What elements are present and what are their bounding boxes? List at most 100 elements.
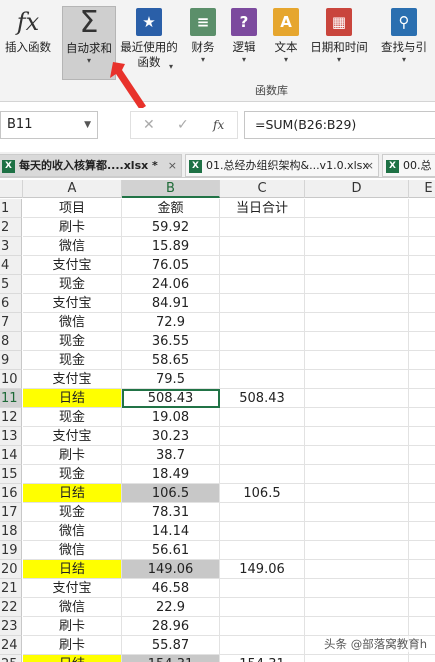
- cell-a[interactable]: 现金: [23, 408, 122, 427]
- cell-c[interactable]: [220, 370, 305, 389]
- select-all-corner[interactable]: [0, 180, 23, 198]
- cell-b[interactable]: 30.23: [122, 427, 220, 446]
- close-icon[interactable]: ×: [365, 155, 374, 176]
- row-header[interactable]: 14: [0, 446, 22, 465]
- insert-function-button[interactable]: fx 插入函数: [2, 6, 54, 80]
- cell-d[interactable]: [305, 427, 409, 446]
- financial-button[interactable]: ≡ 财务 ▾: [185, 6, 221, 80]
- cell-a[interactable]: 支付宝: [23, 370, 122, 389]
- cell-e[interactable]: [409, 655, 435, 662]
- cell-d[interactable]: [305, 522, 409, 541]
- cell-e[interactable]: [409, 237, 435, 256]
- cell-d[interactable]: [305, 465, 409, 484]
- cell-b[interactable]: 56.61: [122, 541, 220, 560]
- cell-c[interactable]: 508.43: [220, 389, 305, 408]
- cell-d[interactable]: [305, 389, 409, 408]
- cell-a[interactable]: 微信: [23, 598, 122, 617]
- dropdown-arrow-icon[interactable]: ▾: [63, 56, 115, 66]
- cell-d[interactable]: [305, 237, 409, 256]
- cell-e[interactable]: [409, 560, 435, 579]
- cell-e[interactable]: [409, 408, 435, 427]
- cell-d[interactable]: [305, 503, 409, 522]
- cell-b[interactable]: 36.55: [122, 332, 220, 351]
- cell-e[interactable]: [409, 617, 435, 636]
- cell-a[interactable]: 刷卡: [23, 636, 122, 655]
- cell-c[interactable]: [220, 408, 305, 427]
- row-header[interactable]: 11: [0, 389, 22, 408]
- cell-c[interactable]: [220, 598, 305, 617]
- dropdown-arrow-icon[interactable]: ▾: [227, 55, 261, 65]
- cell-d[interactable]: [305, 370, 409, 389]
- cell-c[interactable]: [220, 446, 305, 465]
- cell-b[interactable]: 38.7: [122, 446, 220, 465]
- cell-b[interactable]: 58.65: [122, 351, 220, 370]
- cell-b[interactable]: 78.31: [122, 503, 220, 522]
- column-header-b[interactable]: B: [122, 180, 220, 198]
- dropdown-arrow-icon[interactable]: ▾: [185, 55, 221, 65]
- cell-a[interactable]: 日结: [23, 655, 122, 662]
- cell-d[interactable]: [305, 218, 409, 237]
- enter-icon[interactable]: ✓: [177, 117, 189, 133]
- cell-c[interactable]: [220, 579, 305, 598]
- cell-a[interactable]: 支付宝: [23, 294, 122, 313]
- cell-d[interactable]: [305, 313, 409, 332]
- cell-e[interactable]: [409, 275, 435, 294]
- logical-button[interactable]: ? 逻辑 ▾: [227, 6, 261, 80]
- close-icon[interactable]: ×: [168, 155, 177, 176]
- cell-b[interactable]: 14.14: [122, 522, 220, 541]
- dropdown-arrow-icon[interactable]: ▾: [169, 62, 173, 72]
- cell-a[interactable]: 微信: [23, 237, 122, 256]
- row-header[interactable]: 23: [0, 617, 22, 636]
- cell-c[interactable]: [220, 332, 305, 351]
- cell-a[interactable]: 现金: [23, 503, 122, 522]
- cell-d[interactable]: [305, 446, 409, 465]
- cell-a[interactable]: 现金: [23, 351, 122, 370]
- name-box[interactable]: B11 ▼: [0, 111, 98, 139]
- row-header[interactable]: 19: [0, 541, 22, 560]
- cell-b[interactable]: 15.89: [122, 237, 220, 256]
- row-header[interactable]: 22: [0, 598, 22, 617]
- cell-c[interactable]: 106.5: [220, 484, 305, 503]
- cell-b[interactable]: 154.31: [122, 655, 220, 662]
- cell-d[interactable]: [305, 655, 409, 662]
- cell-b[interactable]: 72.9: [122, 313, 220, 332]
- cell-c[interactable]: [220, 465, 305, 484]
- dropdown-arrow-icon[interactable]: ▾: [306, 55, 372, 65]
- row-header[interactable]: 12: [0, 408, 22, 427]
- cell-e[interactable]: [409, 579, 435, 598]
- date-time-button[interactable]: ▦ 日期和时间 ▾: [306, 6, 372, 80]
- tab-daily-income[interactable]: X 每天的收入核算都....xlsx * ×: [0, 154, 182, 177]
- cell-b[interactable]: 金额: [122, 199, 220, 218]
- cell-c[interactable]: 149.06: [220, 560, 305, 579]
- row-header[interactable]: 24: [0, 636, 22, 655]
- cell-e[interactable]: [409, 427, 435, 446]
- cell-b[interactable]: 28.96: [122, 617, 220, 636]
- row-header[interactable]: 9: [0, 351, 22, 370]
- cell-e[interactable]: [409, 256, 435, 275]
- cell-e[interactable]: [409, 294, 435, 313]
- cell-b[interactable]: 59.92: [122, 218, 220, 237]
- tab-org-chart[interactable]: X 01.总经办组织架构&...v1.0.xlsx ×: [185, 154, 379, 177]
- row-header[interactable]: 8: [0, 332, 22, 351]
- cell-e[interactable]: [409, 313, 435, 332]
- cell-a[interactable]: 支付宝: [23, 256, 122, 275]
- cell-e[interactable]: [409, 598, 435, 617]
- cell-d[interactable]: [305, 598, 409, 617]
- row-header[interactable]: 25: [0, 655, 22, 662]
- cell-d[interactable]: [305, 579, 409, 598]
- cell-d[interactable]: [305, 560, 409, 579]
- cell-e[interactable]: [409, 484, 435, 503]
- row-header[interactable]: 1: [0, 199, 22, 218]
- cell-c[interactable]: [220, 294, 305, 313]
- cell-b[interactable]: 79.5: [122, 370, 220, 389]
- cell-a[interactable]: 现金: [23, 332, 122, 351]
- autosum-button[interactable]: Σ 自动求和 ▾: [62, 6, 116, 80]
- cell-b[interactable]: 19.08: [122, 408, 220, 427]
- cell-c[interactable]: [220, 237, 305, 256]
- row-header[interactable]: 21: [0, 579, 22, 598]
- cell-e[interactable]: [409, 446, 435, 465]
- cell-a[interactable]: 项目: [23, 199, 122, 218]
- row-header[interactable]: 3: [0, 237, 22, 256]
- dropdown-arrow-icon[interactable]: ▾: [373, 55, 435, 65]
- cell-c[interactable]: [220, 256, 305, 275]
